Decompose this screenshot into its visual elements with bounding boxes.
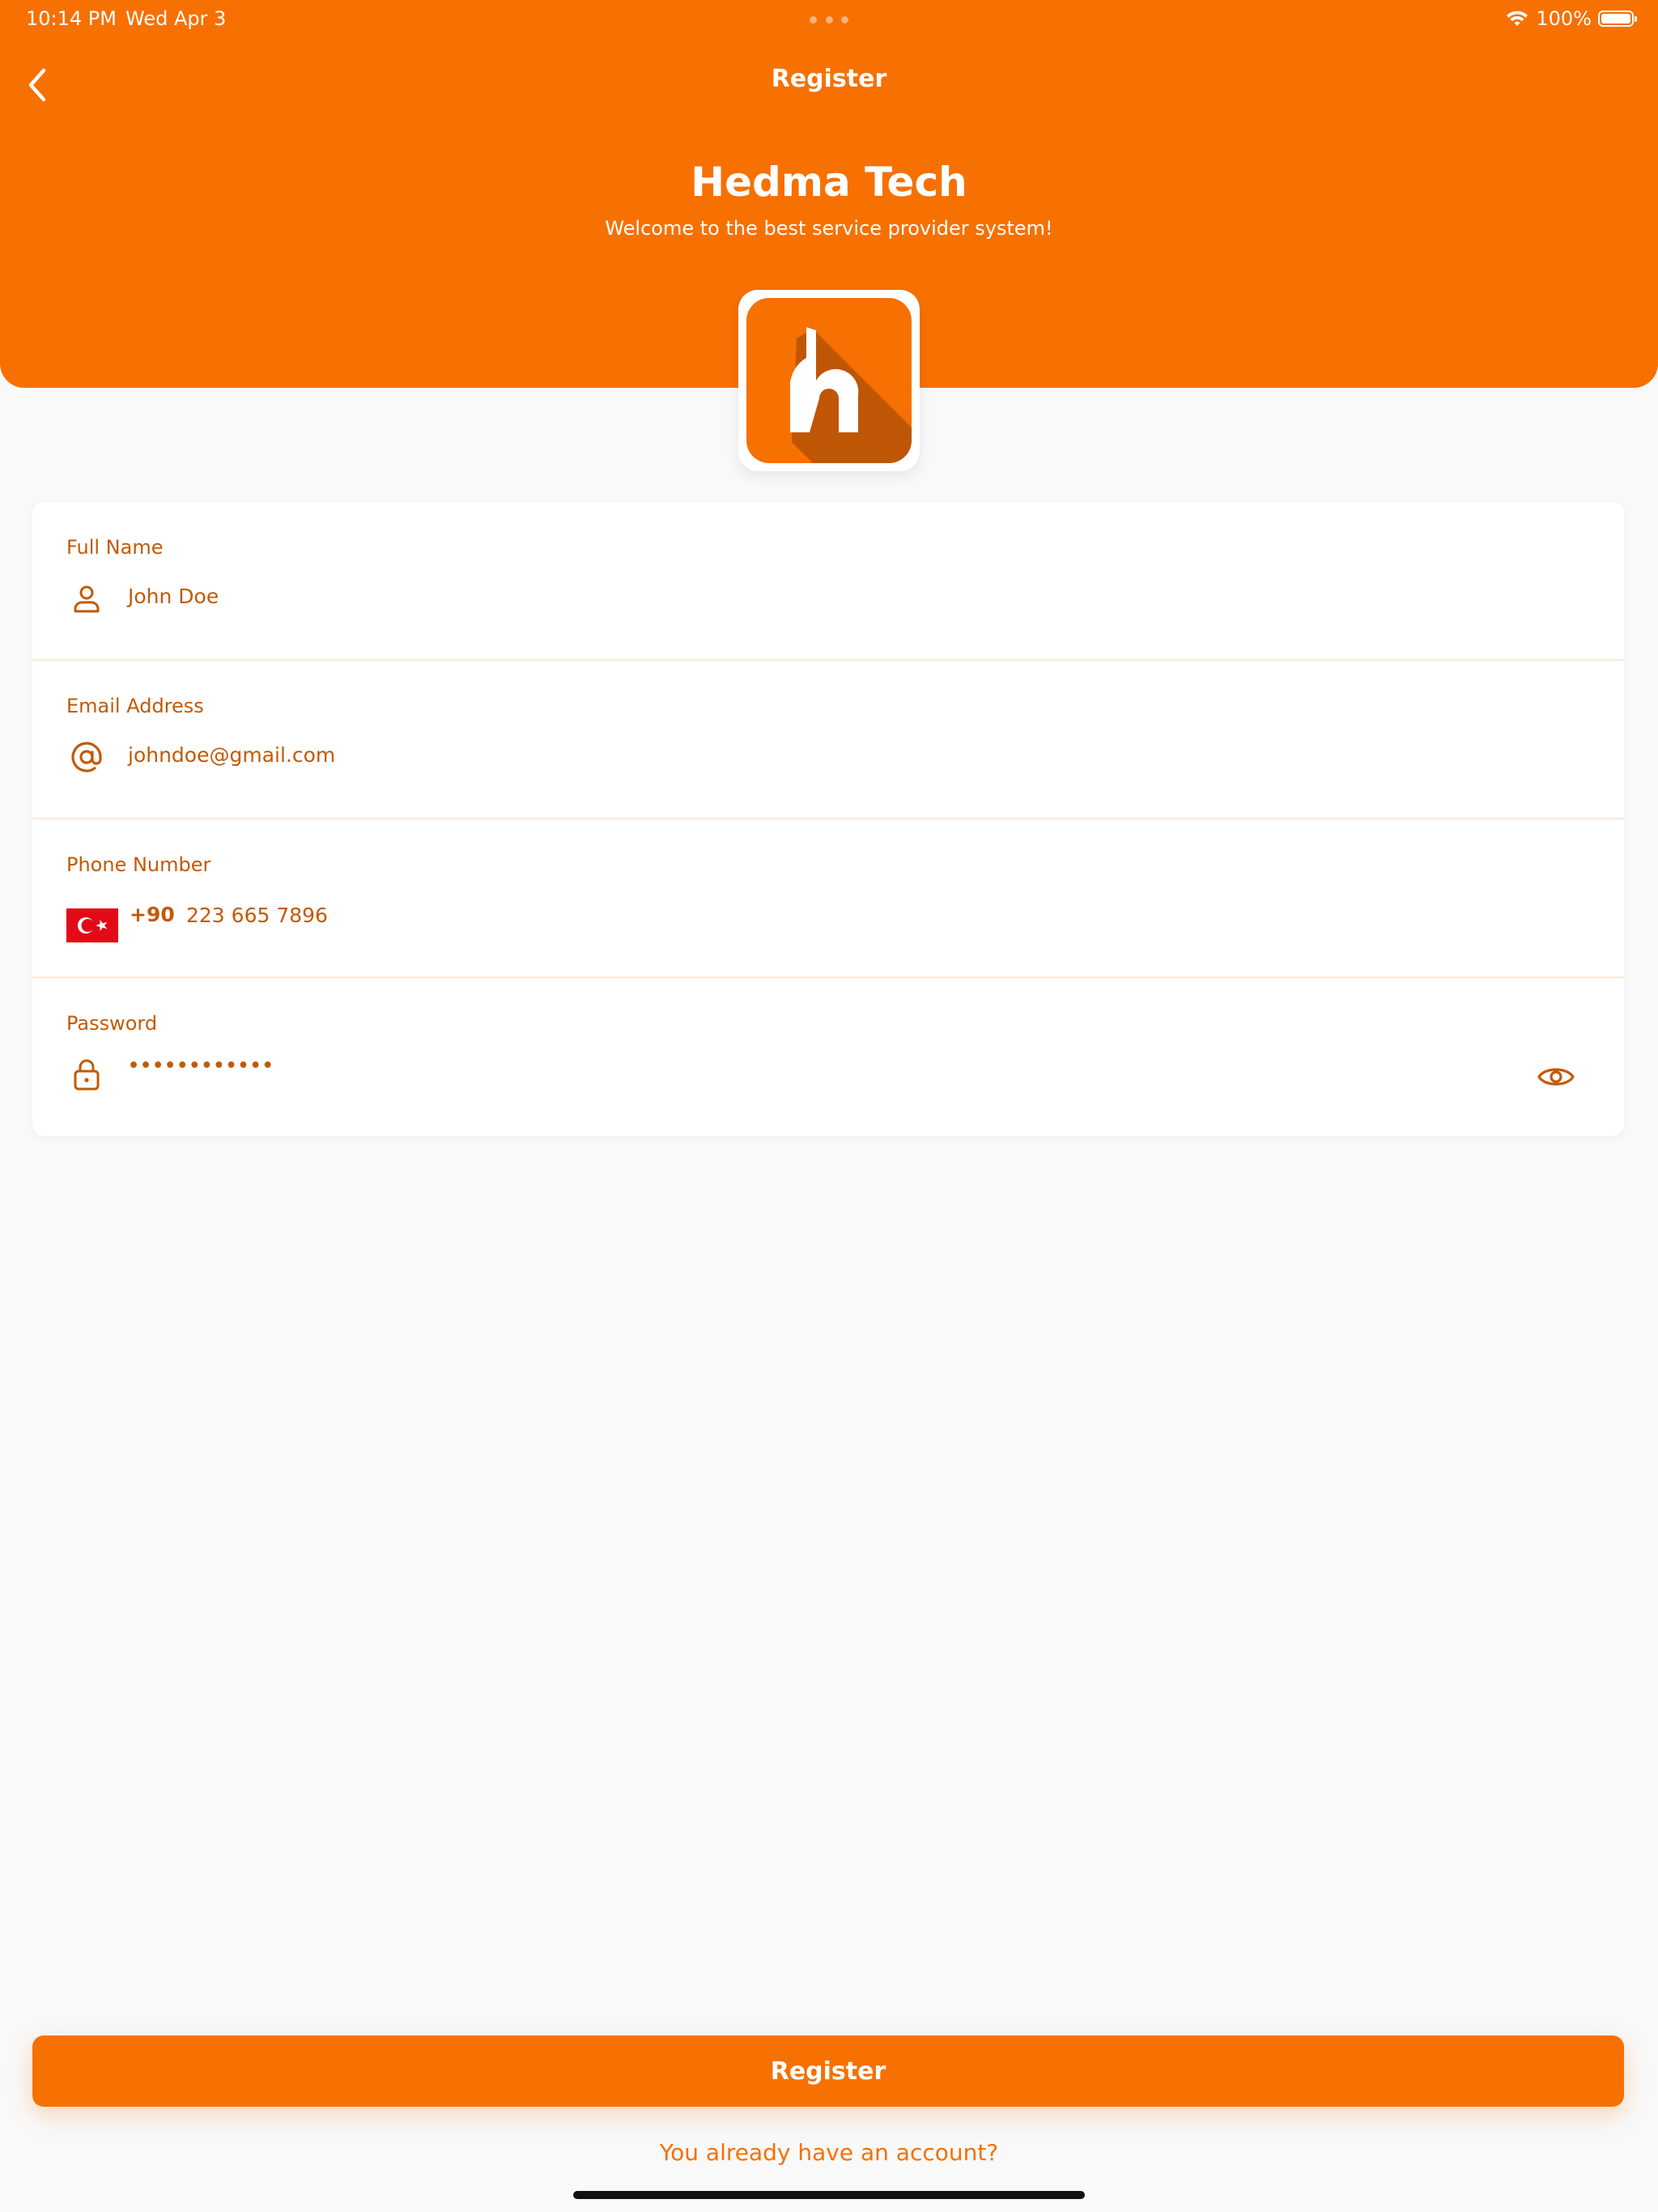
password-label: Password	[66, 1012, 158, 1035]
brand-title: Hedma Tech	[691, 159, 967, 206]
password-input[interactable]: ••••••••••••	[128, 1056, 274, 1076]
email-input[interactable]: johndoe@gmail.com	[128, 743, 335, 767]
eye-icon	[1537, 1068, 1575, 1086]
phone-field[interactable]: Phone Number +90 223 665 7896	[32, 819, 1624, 978]
email-field[interactable]: Email Address johndoe@gmail.com	[32, 661, 1624, 819]
full-name-label: Full Name	[66, 536, 164, 559]
register-form: Full Name John Doe Email Address johndoe…	[32, 502, 1624, 1136]
full-name-input[interactable]: John Doe	[128, 585, 219, 608]
phone-input[interactable]: 223 665 7896	[186, 904, 328, 927]
hedma-logo-icon	[746, 298, 912, 463]
status-right: 100%	[1505, 7, 1637, 30]
turkey-flag-icon[interactable]	[66, 908, 118, 942]
brand-subtitle: Welcome to the best service provider sys…	[605, 217, 1053, 240]
at-icon	[68, 738, 105, 776]
show-password-toggle[interactable]	[1537, 1061, 1575, 1093]
status-bar: 10:14 PM Wed Apr 3 100%	[0, 0, 1658, 39]
battery-fill	[1601, 14, 1630, 23]
full-name-field[interactable]: Full Name John Doe	[32, 502, 1624, 661]
multitasking-dots-icon[interactable]	[810, 16, 848, 24]
status-date: Wed Apr 3	[125, 7, 227, 30]
nav-title: Register	[771, 65, 887, 93]
email-label: Email Address	[66, 695, 204, 717]
lock-icon	[68, 1056, 105, 1093]
status-time: 10:14 PM	[26, 7, 117, 30]
login-link[interactable]: You already have an account?	[0, 2139, 1658, 2166]
dial-code[interactable]: +90	[130, 903, 175, 926]
password-field[interactable]: Password ••••••••••••	[32, 978, 1624, 1137]
wifi-icon	[1507, 11, 1528, 26]
battery-icon	[1598, 11, 1637, 27]
home-indicator[interactable]	[573, 2191, 1085, 2199]
battery-percent: 100%	[1536, 7, 1592, 30]
user-icon	[68, 580, 105, 617]
phone-label: Phone Number	[66, 853, 211, 876]
app-logo	[738, 290, 920, 471]
register-button[interactable]: Register	[32, 2035, 1624, 2107]
